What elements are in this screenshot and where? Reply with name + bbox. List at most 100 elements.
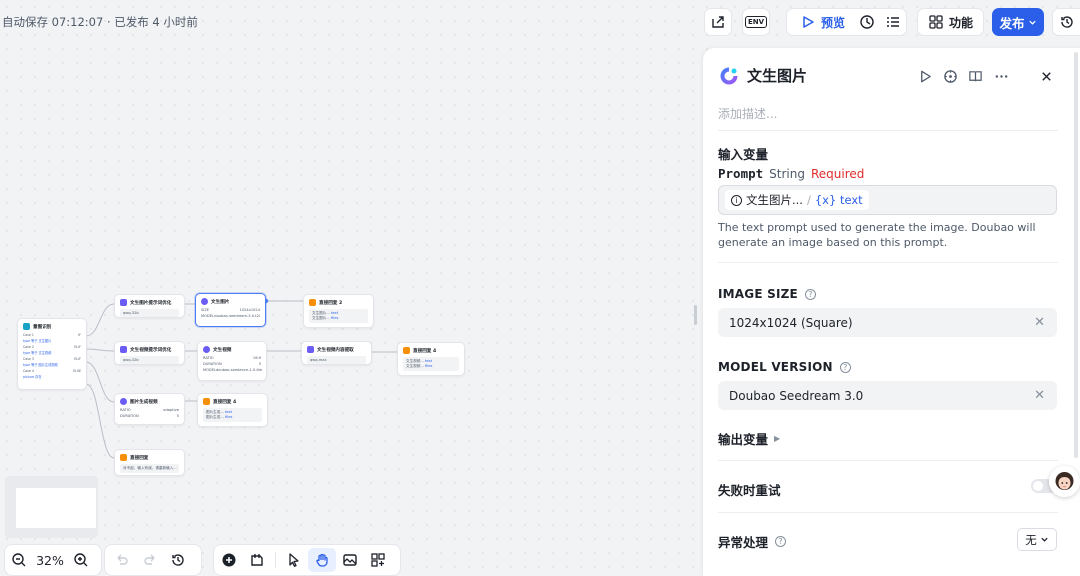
help-icon (943, 69, 957, 83)
model-version-label: MODEL VERSION? (718, 360, 851, 374)
more-icon (995, 74, 1007, 78)
llm-icon (120, 346, 127, 353)
share-button[interactable] (704, 8, 732, 36)
add-note-button[interactable] (243, 552, 271, 568)
node-prompt1[interactable]: 文生图片提示词优化 qwq-32b (114, 294, 185, 318)
reply-icon (120, 454, 127, 461)
image-size-label: IMAGE SIZE? (718, 287, 816, 301)
llm-icon (307, 346, 314, 353)
avatar-image (1049, 466, 1080, 497)
more-button[interactable] (993, 68, 1009, 84)
undo-icon (117, 554, 128, 565)
error-handling-select[interactable]: 无 (1017, 528, 1057, 551)
note-icon (251, 554, 263, 566)
question-icon[interactable]: ? (839, 362, 851, 373)
minimap-viewport[interactable] (16, 488, 96, 528)
node-reply4[interactable]: 直接回复 4 文生视频... text 文生视频... files (397, 342, 465, 376)
image-size-select[interactable]: 1024x1024 (Square) ✕ (718, 308, 1057, 337)
hand-icon (316, 553, 328, 567)
prompt-var-name: Prompt (718, 166, 764, 181)
reply-icon (309, 299, 316, 306)
chevron-down-icon (1028, 20, 1036, 25)
hand-tool[interactable] (308, 548, 336, 572)
plus-circle-icon (222, 553, 236, 567)
env-button[interactable]: ENV (742, 8, 770, 36)
divider (718, 262, 1058, 263)
info-icon: i (731, 194, 742, 206)
required-badge: Required (810, 167, 865, 181)
canvas-tools (213, 544, 401, 576)
node-text-to-image[interactable]: 文生图片 SIZE 1024x1024 MODEL doubao-seedream-… (195, 293, 266, 327)
chip-separator: / (806, 193, 811, 207)
zoom-out-icon (12, 553, 26, 567)
node-reply3[interactable]: 直接回复 4 图片生成... text 图片生成... files (197, 393, 268, 427)
panel-resize-handle[interactable] (694, 305, 697, 325)
node-image-to-video[interactable]: 图片生成视频 RATIO adaptive DURATION 5 (114, 393, 185, 425)
zoom-level[interactable]: 32% (33, 553, 67, 568)
video-gen-icon (203, 346, 210, 353)
preview-button[interactable]: 预览 (800, 14, 845, 31)
publish-button[interactable]: 发布 (992, 8, 1044, 36)
avatar[interactable] (1049, 466, 1080, 497)
model-version-select[interactable]: Doubao Seedream 3.0 ✕ (718, 381, 1057, 410)
node-video-extract[interactable]: 文生视频内容提取 qwq-max (301, 341, 372, 365)
node-reply1[interactable]: 直接回复 对不起，输入有误，请重新输入... (114, 449, 185, 476)
env-icon: ENV (744, 16, 768, 28)
chevron-down-icon (1041, 537, 1048, 542)
checklist-icon[interactable] (885, 14, 901, 30)
variable-reference-chip[interactable]: i 文生图片... / {x} text (725, 190, 869, 210)
node-text-to-video[interactable]: 文生视频 RATIO 16:9 DURATION 5 MODEL doubao-see… (197, 341, 267, 381)
clear-icon[interactable]: ✕ (1034, 315, 1045, 330)
export-image-button[interactable] (336, 552, 364, 568)
play-icon (803, 16, 814, 28)
node-reply2[interactable]: 直接回复 2 文生图片... text 文生图片... files (303, 294, 374, 328)
panel-scrollbar[interactable] (1074, 52, 1078, 458)
node-intent[interactable]: 意图识别 Case 1 IF type 等于 文生图片 Case 2 ELIF ty… (17, 318, 87, 390)
autosave-status: 自动保存 07:12:07 · 已发布 4 小时前 (2, 15, 198, 29)
image-generation-icon (720, 67, 738, 85)
undo-button[interactable] (108, 552, 136, 568)
book-icon (968, 70, 982, 81)
chip-var-name: {x} text (814, 193, 863, 207)
zoom-in-button[interactable] (67, 552, 95, 568)
history-run-icon[interactable] (859, 14, 875, 30)
prompt-var-header: Prompt String Required (718, 166, 864, 181)
panel-title: 文生图片 (747, 67, 808, 85)
zoom-out-button[interactable] (5, 552, 33, 568)
caret-right-icon: ▶ (774, 434, 781, 443)
question-icon[interactable]: ? (775, 536, 787, 547)
version-history-button[interactable] (1052, 8, 1080, 36)
question-icon[interactable]: ? (804, 289, 816, 300)
description-input[interactable]: 添加描述... (718, 105, 777, 122)
close-panel-button[interactable] (1038, 68, 1054, 84)
output-vars-toggle[interactable]: 输出变量 ▶ (718, 429, 780, 448)
image-icon (343, 554, 357, 566)
help-button[interactable] (942, 68, 958, 84)
pointer-tool[interactable] (280, 552, 308, 568)
reply-icon (203, 398, 210, 405)
restore-button[interactable] (164, 552, 192, 568)
prompt-help-text: The text prompt used to generate the ima… (718, 221, 1036, 249)
layout-button[interactable] (364, 552, 392, 568)
docs-button[interactable] (967, 68, 983, 84)
divider (718, 512, 1058, 513)
play-icon (920, 70, 931, 82)
share-icon (712, 16, 724, 28)
image-gen-icon (201, 298, 208, 305)
clear-icon[interactable]: ✕ (1034, 388, 1045, 403)
history-icon (1060, 16, 1073, 28)
minimap[interactable] (5, 476, 98, 538)
llm-icon (120, 299, 127, 306)
apps-icon (929, 15, 943, 29)
retry-label: 失败时重试 (718, 483, 781, 498)
features-button[interactable]: 功能 (917, 8, 984, 36)
history-icon (172, 554, 184, 566)
error-handling-label: 异常处理? (718, 532, 787, 551)
node-prompt2[interactable]: 文生视频提示词优化 qwq-32b (114, 341, 185, 365)
divider (718, 130, 1058, 131)
add-node-button[interactable] (215, 552, 243, 568)
close-icon (1041, 71, 1051, 81)
prompt-input[interactable]: i 文生图片... / {x} text (718, 185, 1057, 215)
run-node-button[interactable] (917, 68, 933, 84)
redo-button[interactable] (136, 552, 164, 568)
